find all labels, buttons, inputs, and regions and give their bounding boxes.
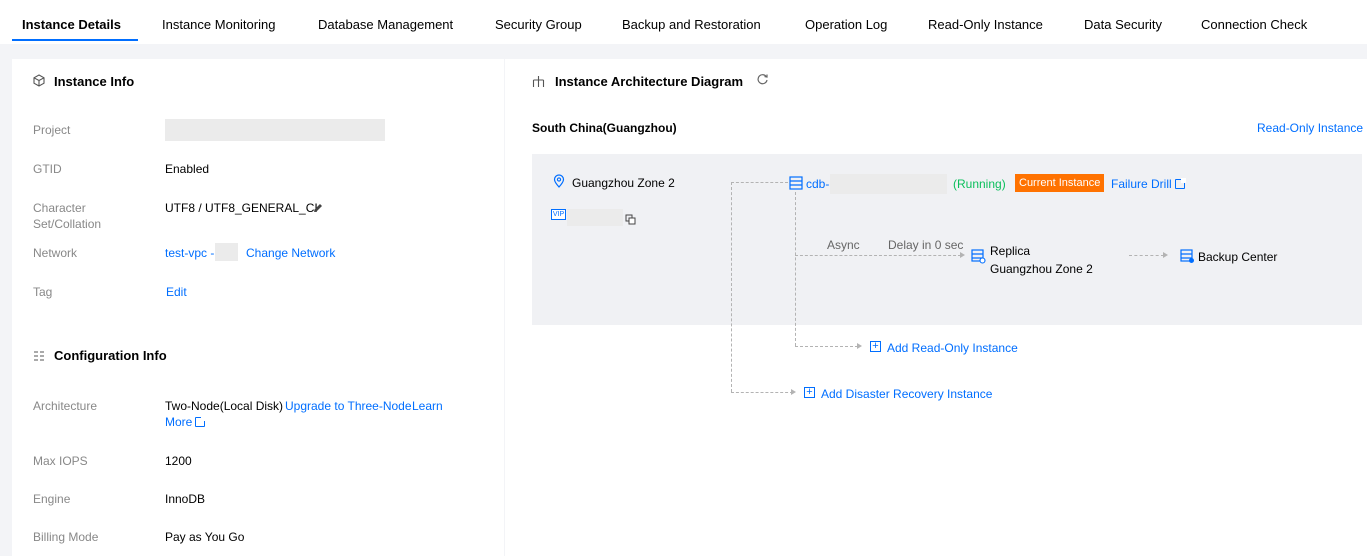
instance-id-prefix[interactable]: cdb- [806,176,829,192]
tag-label: Tag [33,285,53,299]
tab-backup-restoration[interactable]: Backup and Restoration [622,0,761,44]
add-disaster-recovery-link[interactable]: Add Disaster Recovery Instance [821,386,992,402]
failure-drill-text[interactable]: Failure Drill [1111,177,1172,191]
instance-status: (Running) [953,177,1006,191]
current-instance-badge: Current Instance [1015,174,1105,192]
tag-edit-link[interactable]: Edit [166,284,187,300]
charset-label: Character Set/Collation [33,201,102,231]
database-instance-icon [789,176,803,195]
external-link-icon [1174,178,1186,189]
failure-drill-link[interactable]: Failure Drill [1111,176,1186,192]
instance-id-masked [830,174,947,194]
delay-label: Delay in 0 sec [888,238,964,252]
edit-pencil-icon[interactable] [312,201,324,219]
network-label: Network [33,246,78,260]
architecture-diagram-title: Instance Architecture Diagram [555,74,744,89]
tab-read-only-instance[interactable]: Read-Only Instance [928,0,1043,44]
connector-line [795,192,796,346]
tab-data-security[interactable]: Data Security [1084,0,1162,44]
architecture-label: Architecture [33,399,98,413]
project-value-masked [165,119,385,141]
hierarchy-icon [532,75,545,93]
learn-more-text[interactable]: Learn More [165,399,443,429]
location-pin-icon [553,174,565,193]
refresh-icon[interactable] [756,73,769,91]
cube-icon [33,74,45,92]
add-read-only-link[interactable]: Add Read-Only Instance [887,340,1018,356]
add-disaster-plus-icon[interactable]: + [804,387,815,398]
connector-line [1129,255,1164,256]
connector-line [795,255,961,256]
gtid-label: GTID [33,162,62,176]
zone-name: Guangzhou Zone 2 [572,176,675,190]
change-network-link[interactable]: Change Network [246,245,335,261]
external-link-icon [195,416,207,427]
vip-badge: VIP [551,209,566,220]
tab-operation-log[interactable]: Operation Log [805,0,887,44]
configuration-info-title: Configuration Info [54,348,167,363]
charset-value: UTF8 / UTF8_GENERAL_CI [165,201,318,215]
max-iops-value: 1200 [165,454,192,468]
arrow-head [791,389,796,395]
backup-center-label: Backup Center [1198,250,1278,264]
replica-icon [971,249,986,269]
backup-center-icon [1180,249,1195,269]
arrow-head [857,343,862,349]
engine-label: Engine [33,492,71,506]
tab-instance-details[interactable]: Instance Details [22,0,121,44]
copy-icon[interactable] [625,212,636,230]
tab-security-group[interactable]: Security Group [495,0,582,44]
engine-value: InnoDB [165,492,206,506]
connector-line [731,182,788,183]
arrow-head [1163,252,1168,258]
add-read-only-plus-icon[interactable]: + [870,341,881,352]
tab-database-management[interactable]: Database Management [318,0,453,44]
read-only-instance-link[interactable]: Read-Only Instance [1257,120,1363,136]
region-label: South China(Guangzhou) [532,121,677,135]
gtid-value: Enabled [165,162,210,176]
learn-more-link[interactable]: Learn More [165,398,450,430]
network-id-masked [215,243,238,261]
billing-mode-label: Billing Mode [33,530,99,544]
project-label: Project [33,123,71,137]
connector-line [731,182,732,392]
tab-bar: Instance Details Instance Monitoring Dat… [0,0,1367,44]
replica-zone: Guangzhou Zone 2 [990,262,1093,276]
max-iops-label: Max IOPS [33,454,88,468]
replica-label: Replica [990,244,1031,258]
network-value[interactable]: test-vpc - [165,245,214,261]
billing-mode-value: Pay as You Go [165,530,245,544]
tab-instance-monitoring[interactable]: Instance Monitoring [162,0,275,44]
async-label: Async [827,238,860,252]
tab-connection-check[interactable]: Connection Check [1201,0,1307,44]
connector-line [731,392,793,393]
active-tab-indicator [12,39,138,41]
instance-info-title: Instance Info [54,74,135,89]
vip-address-masked [567,209,623,226]
list-config-icon [33,349,45,367]
connector-line [795,346,858,347]
